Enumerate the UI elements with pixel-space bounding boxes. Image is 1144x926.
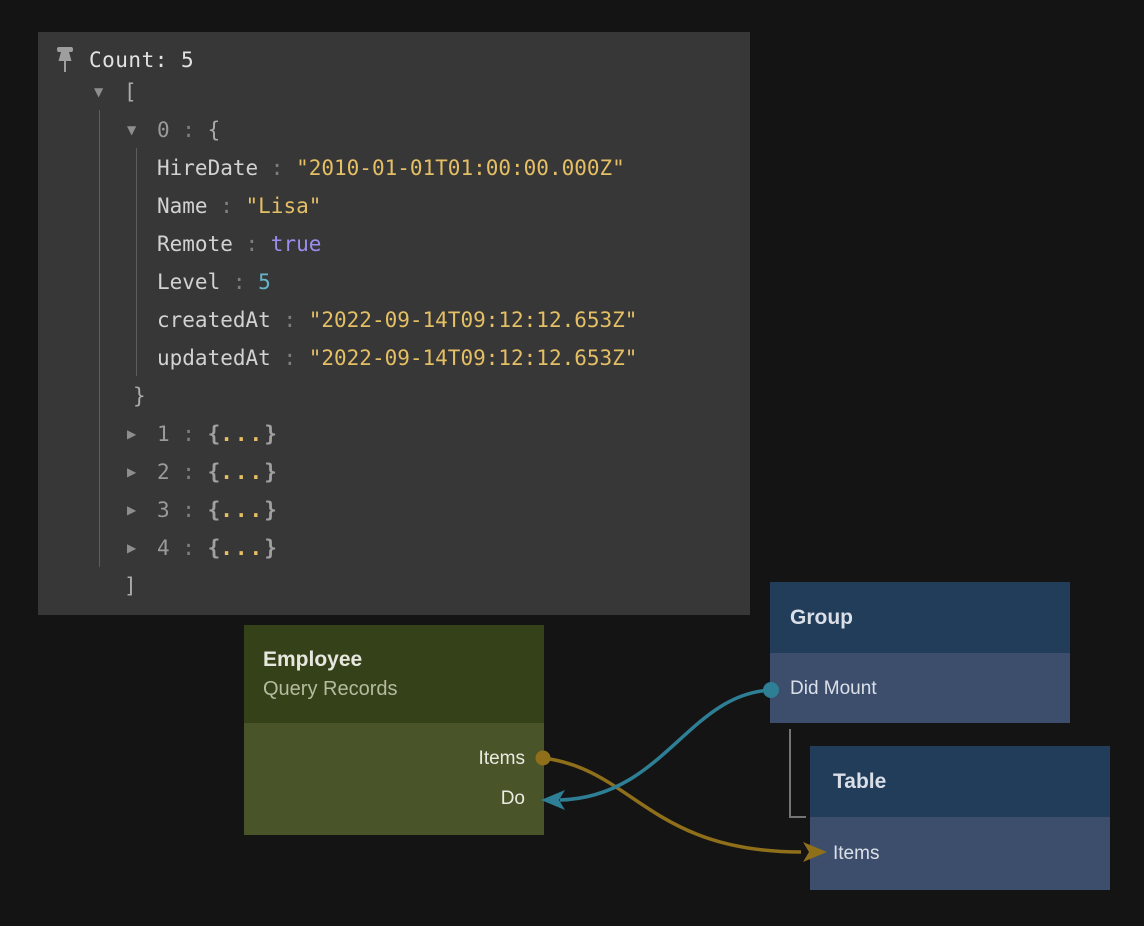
- token: ...: [220, 422, 264, 446]
- node-employee-header: Employee Query Records: [244, 625, 544, 723]
- token: :: [170, 536, 208, 560]
- token: 3: [157, 498, 170, 522]
- node-title: Group: [790, 606, 1070, 630]
- indent-guide: [136, 148, 137, 376]
- token: Remote: [157, 232, 233, 256]
- tree-row-[: ▼[: [38, 73, 750, 111]
- tree-row-Level: Level : 5: [38, 263, 750, 301]
- wire-items-to-table[interactable]: [543, 758, 801, 852]
- token: [: [124, 80, 137, 104]
- token: "Lisa": [246, 194, 322, 218]
- collapse-arrow-icon[interactable]: ▼: [94, 85, 124, 99]
- tree-row-Name: Name : "Lisa": [38, 187, 750, 225]
- token: :: [271, 308, 309, 332]
- wire-do-arrowhead-icon: [541, 790, 565, 810]
- tree-row-0: ▼0 : {: [38, 111, 750, 149]
- tree-row-4: ▶4 : {...}: [38, 529, 750, 567]
- token: }: [264, 460, 277, 484]
- token: }: [264, 498, 277, 522]
- indent-guide: [99, 110, 100, 567]
- inspector-header: Count: 5: [55, 44, 194, 76]
- tree-row-]: ]: [38, 567, 750, 605]
- token: 2: [157, 460, 170, 484]
- wire-didmount-to-do[interactable]: [560, 690, 771, 800]
- token: :: [170, 422, 208, 446]
- node-table[interactable]: Table Items: [810, 746, 1110, 890]
- token: }: [264, 536, 277, 560]
- token: {: [208, 498, 221, 522]
- token: :: [233, 232, 271, 256]
- token: updatedAt: [157, 346, 271, 370]
- collapse-arrow-icon[interactable]: ▼: [127, 123, 157, 137]
- token: "2010-01-01T01:00:00.000Z": [296, 156, 625, 180]
- token: }: [133, 384, 146, 408]
- token: :: [208, 194, 246, 218]
- token: true: [271, 232, 322, 256]
- token: {: [208, 536, 221, 560]
- expand-arrow-icon[interactable]: ▶: [127, 427, 157, 441]
- token: }: [264, 422, 277, 446]
- pin-icon[interactable]: [55, 46, 75, 74]
- port-label-items[interactable]: Items: [479, 748, 525, 770]
- token: :: [170, 118, 208, 142]
- tree-row-HireDate: HireDate : "2010-01-01T01:00:00.000Z": [38, 149, 750, 187]
- expand-arrow-icon[interactable]: ▶: [127, 465, 157, 479]
- node-group[interactable]: Group Did Mount: [770, 582, 1070, 723]
- token: "2022-09-14T09:12:12.653Z": [309, 346, 638, 370]
- token: :: [258, 156, 296, 180]
- token: HireDate: [157, 156, 258, 180]
- node-employee[interactable]: Employee Query Records Items Do: [244, 625, 544, 835]
- tree-row-updatedAt: updatedAt : "2022-09-14T09:12:12.653Z": [38, 339, 750, 377]
- token: :: [170, 498, 208, 522]
- token: Level: [157, 270, 220, 294]
- token: ]: [124, 574, 137, 598]
- token: {: [208, 460, 221, 484]
- tree-row-Remote: Remote : true: [38, 225, 750, 263]
- token: "2022-09-14T09:12:12.653Z": [309, 308, 638, 332]
- json-inspector-panel: Count: 5 ▼[▼0 : {HireDate : "2010-01-01T…: [38, 32, 750, 615]
- tree-row-2: ▶2 : {...}: [38, 453, 750, 491]
- port-label-do[interactable]: Do: [501, 788, 525, 810]
- port-label-items[interactable]: Items: [833, 843, 879, 865]
- tree-row-createdAt: createdAt : "2022-09-14T09:12:12.653Z": [38, 301, 750, 339]
- tree-row-}: }: [38, 377, 750, 415]
- node-table-body: Items: [810, 817, 1110, 890]
- node-group-body: Did Mount: [770, 653, 1070, 723]
- token: 1: [157, 422, 170, 446]
- token: {: [208, 422, 221, 446]
- token: 5: [258, 270, 271, 294]
- token: 4: [157, 536, 170, 560]
- node-table-header: Table: [810, 746, 1110, 817]
- tree-row-1: ▶1 : {...}: [38, 415, 750, 453]
- tree-row-3: ▶3 : {...}: [38, 491, 750, 529]
- inspector-title: Count: 5: [89, 48, 194, 72]
- token: 0: [157, 118, 170, 142]
- flow-editor-canvas: { "canvas": { "bg": "#141414" }, "inspec…: [0, 0, 1144, 926]
- node-title: Employee: [263, 648, 544, 672]
- expand-arrow-icon[interactable]: ▶: [127, 503, 157, 517]
- port-label-did-mount[interactable]: Did Mount: [790, 678, 877, 700]
- node-group-header: Group: [770, 582, 1070, 653]
- token: ...: [220, 460, 264, 484]
- node-employee-body: Items Do: [244, 723, 544, 835]
- token: createdAt: [157, 308, 271, 332]
- token: :: [170, 460, 208, 484]
- token: {: [208, 118, 221, 142]
- node-subtitle: Query Records: [263, 678, 544, 701]
- token: :: [220, 270, 258, 294]
- token: :: [271, 346, 309, 370]
- token: Name: [157, 194, 208, 218]
- expand-arrow-icon[interactable]: ▶: [127, 541, 157, 555]
- hierarchy-elbow-line: [790, 729, 806, 817]
- token: ...: [220, 498, 264, 522]
- node-title: Table: [833, 770, 1110, 794]
- json-tree: ▼[▼0 : {HireDate : "2010-01-01T01:00:00.…: [38, 73, 750, 605]
- token: ...: [220, 536, 264, 560]
